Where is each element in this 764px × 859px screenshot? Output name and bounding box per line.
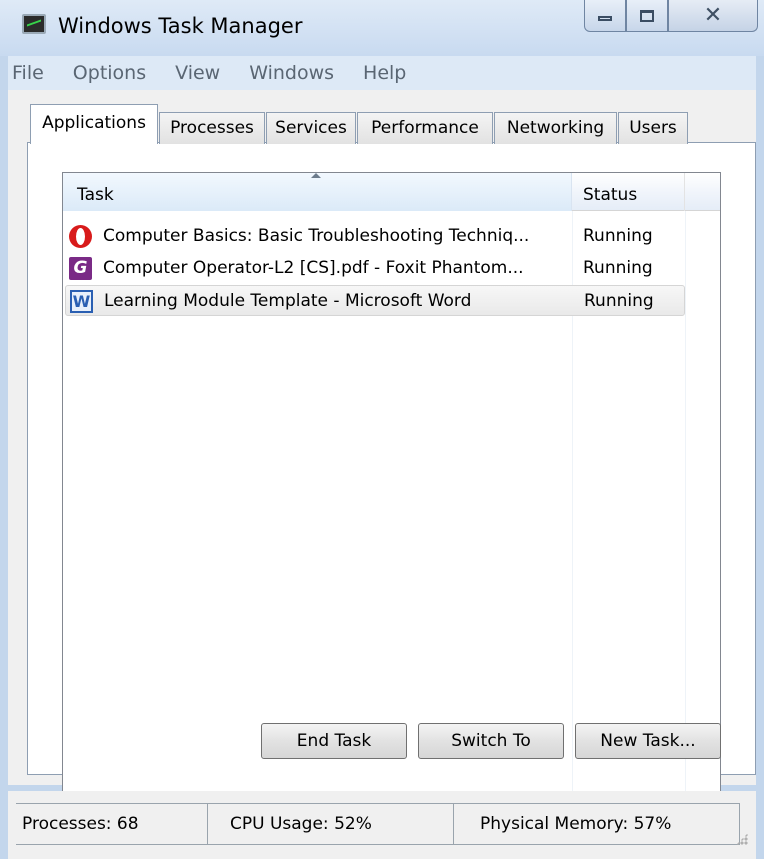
end-task-button[interactable]: End Task xyxy=(261,723,407,759)
tab-users[interactable]: Users xyxy=(618,112,688,144)
list-header: Task Status xyxy=(63,173,720,211)
sort-ascending-icon xyxy=(311,173,321,178)
menu-help[interactable]: Help xyxy=(361,62,406,84)
task-name: Computer Operator-L2 [CS].pdf - Foxit Ph… xyxy=(103,258,524,278)
menu-bar: File Options View Windows Help xyxy=(8,56,756,90)
tab-applications[interactable]: Applications xyxy=(30,104,158,144)
list-item[interactable]: G Computer Operator-L2 [CS].pdf - Foxit … xyxy=(63,253,685,284)
column-header-filler xyxy=(686,173,720,211)
close-icon: ✕ xyxy=(703,3,723,28)
cpu-usage: CPU Usage: 52% xyxy=(208,803,454,845)
minimize-icon xyxy=(598,16,612,21)
menu-file[interactable]: File xyxy=(10,62,44,84)
task-manager-window: Windows Task Manager ✕ File Options View… xyxy=(0,0,764,859)
menu-view[interactable]: View xyxy=(173,62,220,84)
column-task-label: Task xyxy=(77,185,114,205)
switch-to-button[interactable]: Switch To xyxy=(418,723,564,759)
foxit-phantom-icon: G xyxy=(69,257,92,280)
tab-networking[interactable]: Networking xyxy=(494,112,617,144)
column-header-status[interactable]: Status xyxy=(573,173,685,211)
task-manager-icon xyxy=(22,14,46,34)
list-item[interactable]: Computer Basics: Basic Troubleshooting T… xyxy=(63,221,685,252)
menu-options[interactable]: Options xyxy=(71,62,146,84)
maximize-button[interactable] xyxy=(626,0,668,32)
tab-processes[interactable]: Processes xyxy=(159,112,265,144)
new-task-button[interactable]: New Task... xyxy=(575,723,721,759)
task-name: Computer Basics: Basic Troubleshooting T… xyxy=(103,226,530,246)
close-button[interactable]: ✕ xyxy=(668,0,758,32)
window-title: Windows Task Manager xyxy=(58,14,303,38)
task-status: Running xyxy=(583,258,653,278)
column-header-task[interactable]: Task xyxy=(63,173,572,211)
processes-count: Processes: 68 xyxy=(16,803,208,845)
caption-buttons: ✕ xyxy=(584,0,758,34)
tab-performance[interactable]: Performance xyxy=(357,112,493,144)
task-list[interactable]: Task Status Computer Basics: Basic Troub… xyxy=(62,172,721,793)
physical-memory: Physical Memory: 57% xyxy=(454,803,740,845)
list-item-selected[interactable]: W Learning Module Template - Microsoft W… xyxy=(65,285,685,316)
task-status: Running xyxy=(583,226,653,246)
maximize-icon xyxy=(640,9,654,22)
menu-windows[interactable]: Windows xyxy=(247,62,334,84)
minimize-button[interactable] xyxy=(584,0,626,32)
tab-services[interactable]: Services xyxy=(266,112,356,144)
column-status-label: Status xyxy=(583,185,638,205)
task-name: Learning Module Template - Microsoft Wor… xyxy=(104,291,472,311)
client-area: Applications Processes Services Performa… xyxy=(8,90,756,793)
microsoft-word-icon: W xyxy=(70,290,93,313)
task-status: Running xyxy=(584,291,654,311)
title-bar[interactable]: Windows Task Manager ✕ xyxy=(0,0,764,56)
status-bar: Processes: 68 CPU Usage: 52% Physical Me… xyxy=(8,791,756,859)
column-divider xyxy=(685,211,686,792)
opera-icon xyxy=(69,225,92,248)
